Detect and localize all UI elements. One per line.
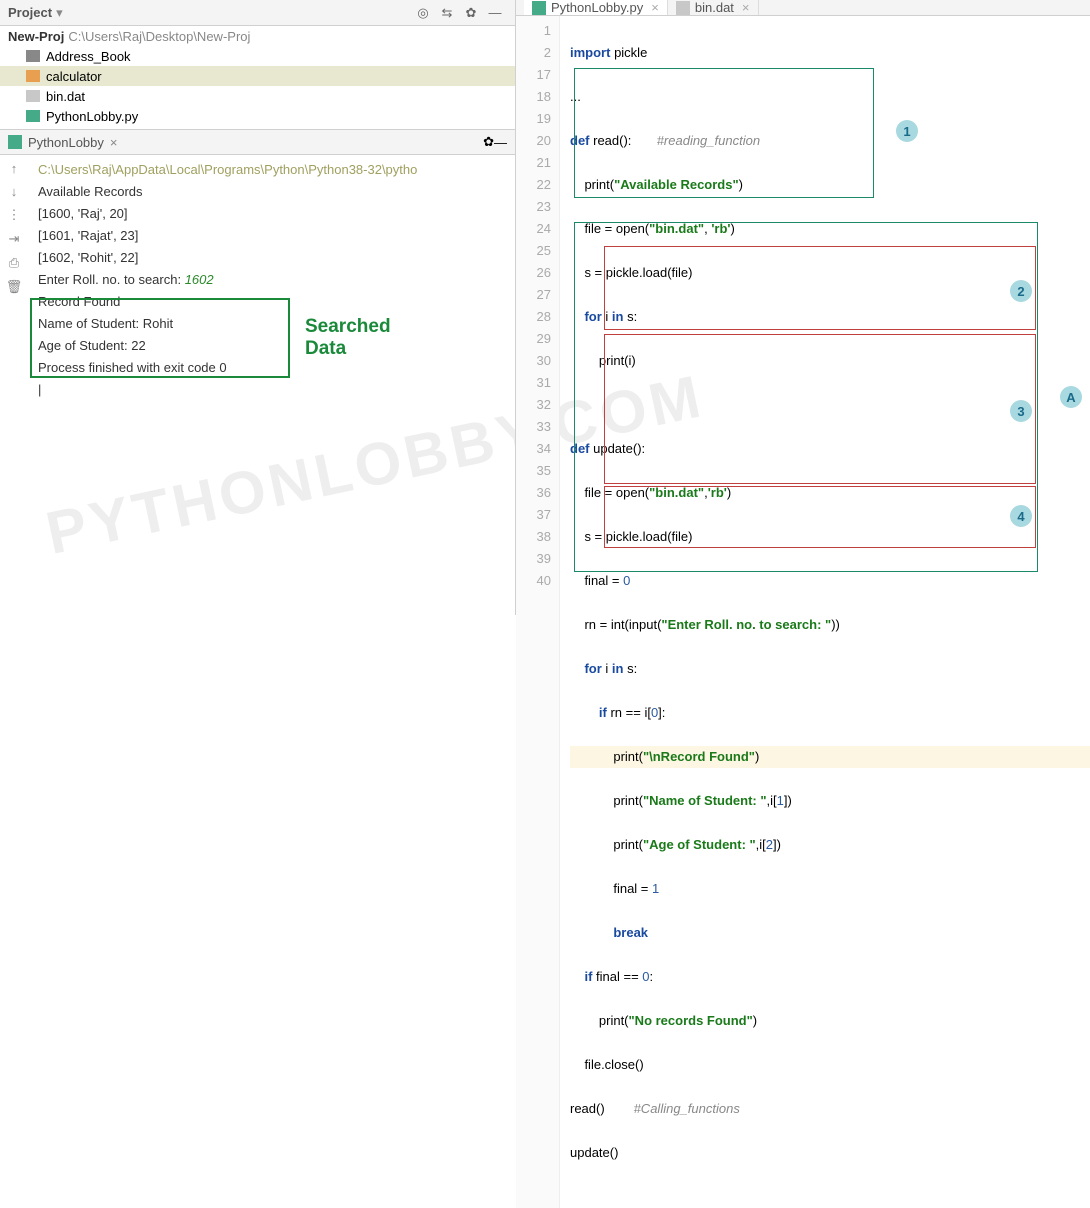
project-header: Project ▾ ◎ ⇆ ✿ — bbox=[0, 0, 515, 26]
line-number-gutter: 1217181920212223242526272829303132333435… bbox=[516, 16, 560, 1208]
annotation-box-1 bbox=[574, 68, 874, 198]
gear-icon[interactable]: ✿ bbox=[483, 134, 494, 150]
editor-tab-bin-dat[interactable]: bin.dat× bbox=[668, 0, 759, 15]
run-tab-name[interactable]: PythonLobby bbox=[28, 135, 104, 150]
hide-icon[interactable]: — bbox=[494, 135, 507, 150]
editor-tab-pythonlobby[interactable]: PythonLobby.py× bbox=[524, 0, 668, 15]
annotation-box-4 bbox=[604, 486, 1036, 548]
annotation-circle-4: 4 bbox=[1010, 505, 1032, 527]
target-icon[interactable]: ◎ bbox=[415, 5, 431, 21]
chevron-down-icon[interactable]: ▾ bbox=[56, 5, 63, 21]
searched-data-highlight bbox=[30, 298, 290, 378]
console-output[interactable]: C:\Users\Raj\AppData\Local\Programs\Pyth… bbox=[28, 155, 515, 615]
annotation-box-2 bbox=[604, 246, 1036, 330]
tree-item-bin-dat[interactable]: bin.dat bbox=[0, 86, 515, 106]
close-icon[interactable]: × bbox=[742, 0, 750, 15]
searched-data-label: SearchedData bbox=[305, 316, 391, 360]
close-icon[interactable]: × bbox=[651, 0, 659, 15]
annotation-circle-2: 2 bbox=[1010, 280, 1032, 302]
tree-item-pythonlobby-py[interactable]: PythonLobby.py bbox=[0, 106, 515, 126]
close-tab-icon[interactable]: × bbox=[110, 135, 118, 150]
file-icon bbox=[26, 90, 40, 102]
down-icon[interactable]: ↓ bbox=[11, 184, 18, 199]
annotation-circle-A: A bbox=[1060, 386, 1082, 408]
run-tab-bar: PythonLobby × ✿ — bbox=[0, 129, 515, 155]
tree-item-calculator[interactable]: calculator bbox=[0, 66, 515, 86]
up-icon[interactable]: ↑ bbox=[11, 161, 18, 176]
hide-icon[interactable]: — bbox=[487, 5, 503, 21]
annotation-circle-3: 3 bbox=[1010, 400, 1032, 422]
file-icon bbox=[676, 1, 690, 15]
folder-icon bbox=[26, 70, 40, 82]
folder-icon bbox=[26, 50, 40, 62]
trash-icon[interactable]: 🗑 bbox=[6, 279, 23, 295]
tree-root[interactable]: New-Proj C:\Users\Raj\Desktop\New-Proj bbox=[0, 26, 515, 46]
python-file-icon bbox=[532, 1, 546, 15]
python-icon bbox=[8, 135, 22, 149]
project-tree: New-Proj C:\Users\Raj\Desktop\New-Proj A… bbox=[0, 26, 515, 126]
overflow-icon[interactable]: ⋮ bbox=[8, 207, 21, 223]
annotation-box-3 bbox=[604, 334, 1036, 484]
wrap-icon[interactable]: ⇥ bbox=[9, 231, 20, 247]
project-title[interactable]: Project bbox=[8, 5, 52, 20]
collapse-icon[interactable]: ⇆ bbox=[439, 5, 455, 21]
editor-tab-bar: PythonLobby.py× bin.dat× bbox=[516, 0, 1090, 16]
python-file-icon bbox=[26, 110, 40, 122]
tree-item-address-book[interactable]: Address_Book bbox=[0, 46, 515, 66]
annotation-circle-1: 1 bbox=[896, 120, 918, 142]
gear-icon[interactable]: ✿ bbox=[463, 5, 479, 21]
print-icon[interactable]: ⎙ bbox=[9, 255, 19, 271]
